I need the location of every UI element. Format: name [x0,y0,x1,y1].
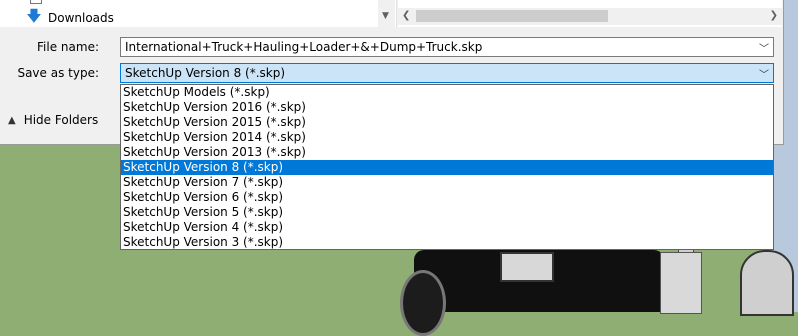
dropdown-option[interactable]: SketchUp Version 6 (*.skp) [121,190,773,205]
scroll-down-icon[interactable]: ▼ [382,11,389,21]
save-as-type-select[interactable]: SketchUp Version 8 (*.skp) ﹀ [120,63,774,83]
file-name-label: File name: [37,40,99,54]
save-as-type-label: Save as type: [17,66,99,80]
nav-vertical-scrollbar[interactable]: ▼ [378,0,395,27]
scroll-right-icon[interactable]: ❯ [770,10,778,21]
file-name-combobox[interactable]: International+Truck+Hauling+Loader+&+Dum… [120,37,774,57]
navigation-pane[interactable]: 🡇 Downloads ▼ [0,0,397,27]
dropdown-option[interactable]: SketchUp Version 5 (*.skp) [121,205,773,220]
download-arrow-icon: 🡇 [26,6,42,25]
save-as-type-dropdown-list[interactable]: SketchUp Models (*.skp) SketchUp Version… [120,84,774,250]
truck-wheel-hub [740,250,794,316]
dropdown-option[interactable]: SketchUp Version 2015 (*.skp) [121,115,773,130]
scrollbar-thumb[interactable] [416,10,608,22]
dropdown-option[interactable]: SketchUp Version 2014 (*.skp) [121,130,773,145]
dropdown-option[interactable]: SketchUp Version 7 (*.skp) [121,175,773,190]
truck-wheel [400,270,446,336]
scroll-left-icon[interactable]: ❮ [402,10,410,21]
dropdown-option[interactable]: SketchUp Version 2016 (*.skp) [121,100,773,115]
chevron-up-icon: ▲ [8,114,16,126]
save-as-type-value: SketchUp Version 8 (*.skp) [125,66,286,80]
dropdown-option[interactable]: SketchUp Version 8 (*.skp) [121,160,773,175]
dropdown-option[interactable]: SketchUp Version 2013 (*.skp) [121,145,773,160]
truck-window [500,252,554,282]
file-icon [30,0,42,4]
file-list-horizontal-scrollbar[interactable]: ❮ ❯ [398,8,782,25]
truck-bumper [660,252,702,314]
nav-item-label: Downloads [48,11,114,25]
hide-folders-button[interactable]: ▲ Hide Folders [8,113,98,127]
nav-item-downloads[interactable]: 🡇 Downloads [24,6,114,26]
file-name-input[interactable]: International+Truck+Hauling+Loader+&+Dum… [121,40,755,54]
chevron-down-icon[interactable]: ﹀ [755,40,773,55]
dropdown-option[interactable]: SketchUp Models (*.skp) [121,85,773,100]
hide-folders-label: Hide Folders [23,113,99,127]
dropdown-option[interactable]: SketchUp Version 3 (*.skp) [121,235,773,250]
dropdown-option[interactable]: SketchUp Version 4 (*.skp) [121,220,773,235]
chevron-down-icon[interactable]: ﹀ [755,66,773,81]
